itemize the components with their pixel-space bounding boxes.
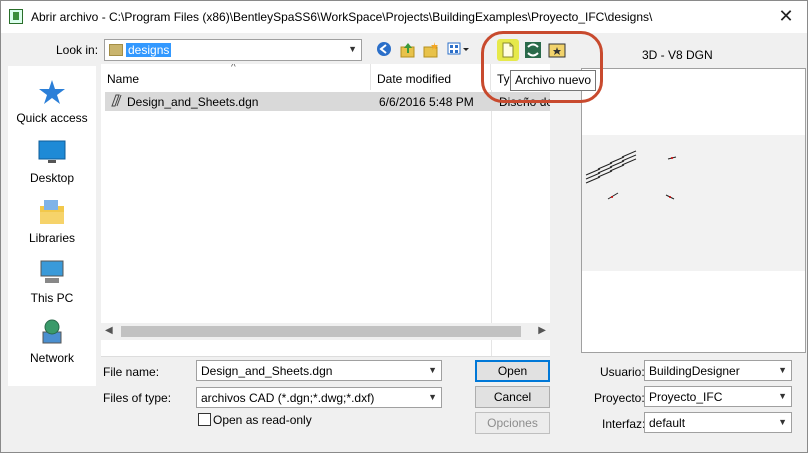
file-list[interactable]: Name ^ Date modified Ty Design_and_Sheet… [101,64,550,357]
look-in-combo[interactable]: designs ▼ [104,39,362,61]
user-label: Usuario: [600,365,645,379]
chevron-down-icon: ▼ [428,392,437,402]
place-label: Quick access [16,111,88,125]
read-only-checkbox[interactable] [198,413,211,426]
place-network[interactable]: Network [8,318,96,365]
chevron-down-icon: ▼ [778,365,787,375]
user-select[interactable]: BuildingDesigner ▼ [644,360,792,381]
table-row[interactable]: Design_and_Sheets.dgn 6/6/2016 5:48 PM D… [105,92,550,111]
horizontal-scrollbar[interactable]: ◀ ▶ [101,323,550,340]
scroll-left-icon[interactable]: ◀ [105,325,113,336]
back-icon[interactable] [376,41,394,59]
place-quick-access[interactable]: Quick access [8,78,96,125]
chevron-down-icon: ▼ [348,44,357,54]
preview-pane [581,68,806,353]
pc-icon [40,260,64,283]
look-in-label: Look in: [56,43,99,57]
files-of-type-value: archivos CAD (*.dgn;*.dwg;*.dxf) [201,391,375,405]
close-icon[interactable]: ✕ [775,5,797,27]
sort-caret-icon: ^ [231,64,236,73]
project-select[interactable]: Proyecto_IFC ▼ [644,386,792,407]
place-this-pc[interactable]: This PC [8,258,96,305]
file-date-cell: 6/6/2016 5:48 PM [379,95,474,109]
folder-icon [109,43,123,56]
interface-value: default [649,416,686,430]
scroll-thumb[interactable] [121,326,521,337]
place-desktop[interactable]: Desktop [8,138,96,185]
dgn-file-icon [109,94,125,111]
place-label: Desktop [29,171,75,185]
place-label: Libraries [28,231,76,245]
libraries-icon [40,200,64,224]
cancel-button[interactable]: Cancel [475,386,550,408]
open-file-dialog: Abrir archivo - C:\Program Files (x86)\B… [0,0,808,453]
column-header-name[interactable]: Name [101,64,371,90]
user-value: BuildingDesigner [649,364,740,378]
desktop-icon [38,140,66,163]
places-bar: Quick access Desktop Libraries This PC N… [8,66,96,386]
title-bar: Abrir archivo - C:\Program Files (x86)\B… [1,1,807,33]
look-in-value: designs [126,42,172,57]
scroll-right-icon[interactable]: ▶ [538,325,546,336]
preview-drawing [582,135,805,271]
file-name-cell: Design_and_Sheets.dgn [127,95,259,109]
star-icon [39,80,65,104]
place-label: This PC [30,291,74,305]
interface-select[interactable]: default ▼ [644,412,792,433]
window-title: Abrir archivo - C:\Program Files (x86)\B… [31,10,653,24]
read-only-label: Open as read-only [213,413,312,427]
chevron-down-icon: ▼ [428,365,437,375]
files-of-type-label: Files of type: [103,391,172,405]
open-button[interactable]: Open [475,360,550,382]
project-label: Proyecto: [594,391,645,405]
up-folder-icon[interactable] [399,41,417,59]
place-label: Network [29,351,74,365]
file-name-field[interactable]: Design_and_Sheets.dgn ▼ [196,360,442,381]
project-value: Proyecto_IFC [649,390,723,404]
view-menu-icon[interactable] [447,41,473,59]
column-header-date[interactable]: Date modified [371,64,491,90]
files-of-type-select[interactable]: archivos CAD (*.dgn;*.dwg;*.dxf) ▼ [196,387,442,408]
interface-label: Interfaz: [602,417,646,431]
chevron-down-icon: ▼ [778,417,787,427]
file-name-value: Design_and_Sheets.dgn [201,364,333,378]
preview-title: 3D - V8 DGN [642,48,713,62]
place-libraries[interactable]: Libraries [8,198,96,245]
app-icon [9,9,23,24]
options-button[interactable]: Opciones [475,412,550,434]
file-name-label: File name: [103,365,160,379]
chevron-down-icon: ▼ [778,391,787,401]
new-folder-icon[interactable] [422,41,440,59]
network-icon [42,319,62,344]
highlight-annotation [481,31,603,103]
